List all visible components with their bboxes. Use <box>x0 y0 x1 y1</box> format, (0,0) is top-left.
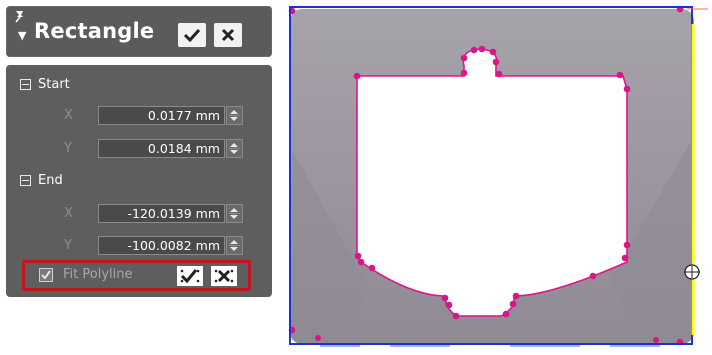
start-section-header[interactable]: Start <box>20 77 70 92</box>
start-y-field[interactable]: 0.0184 mm <box>98 139 225 158</box>
fit-polyline-apply-button[interactable] <box>177 266 203 286</box>
end-x-spinner[interactable] <box>226 204 243 223</box>
fit-polyline-row: Fit Polyline <box>22 260 251 291</box>
end-y-spinner[interactable] <box>226 236 243 255</box>
ok-button[interactable] <box>178 23 206 47</box>
collapse-arrow-icon[interactable]: ▼ <box>18 29 26 42</box>
spin-up-icon[interactable] <box>230 240 238 244</box>
start-y-spinner[interactable] <box>226 139 243 158</box>
spin-up-icon[interactable] <box>230 143 238 147</box>
spin-up-icon[interactable] <box>230 110 238 114</box>
start-x-spinner[interactable] <box>226 106 243 125</box>
spin-down-icon[interactable] <box>230 150 238 154</box>
cancel-button[interactable] <box>214 23 242 47</box>
fit-polyline-cancel-button[interactable] <box>211 266 237 286</box>
spin-up-icon[interactable] <box>230 208 238 212</box>
viewport-drawing[interactable] <box>280 0 712 351</box>
fit-polyline-checkbox[interactable] <box>39 268 53 282</box>
spin-down-icon[interactable] <box>230 215 238 219</box>
fit-polyline-label: Fit Polyline <box>63 267 133 282</box>
spin-down-icon[interactable] <box>230 117 238 121</box>
command-title-bar: ▼ Rectangle <box>6 6 272 57</box>
viewport-canvas[interactable] <box>280 0 712 351</box>
spin-down-icon[interactable] <box>230 247 238 251</box>
x-with-dots-icon <box>214 269 234 283</box>
end-y-label: Y <box>64 238 72 253</box>
start-y-label: Y <box>64 141 72 156</box>
checkmark-icon <box>41 270 51 280</box>
checkmark-icon <box>183 28 201 42</box>
parameters-panel: Start X 0.0177 mm Y 0.0184 mm End X -120… <box>6 65 272 297</box>
end-x-field[interactable]: -120.0139 mm <box>98 204 225 223</box>
cutout-hole <box>357 49 627 316</box>
pin-icon[interactable] <box>13 9 27 23</box>
end-y-field[interactable]: -100.0082 mm <box>98 236 225 255</box>
collapse-minus-icon[interactable] <box>20 79 31 90</box>
check-with-dots-icon <box>180 269 200 284</box>
start-header-label: Start <box>38 77 70 92</box>
command-title: Rectangle <box>34 19 155 43</box>
start-x-field[interactable]: 0.0177 mm <box>98 106 225 125</box>
end-header-label: End <box>38 173 63 188</box>
x-icon <box>221 28 235 42</box>
end-x-label: X <box>64 206 73 221</box>
collapse-minus-icon[interactable] <box>20 175 31 186</box>
resize-handle-icon[interactable] <box>684 264 700 280</box>
end-section-header[interactable]: End <box>20 173 63 188</box>
start-x-label: X <box>64 108 73 123</box>
